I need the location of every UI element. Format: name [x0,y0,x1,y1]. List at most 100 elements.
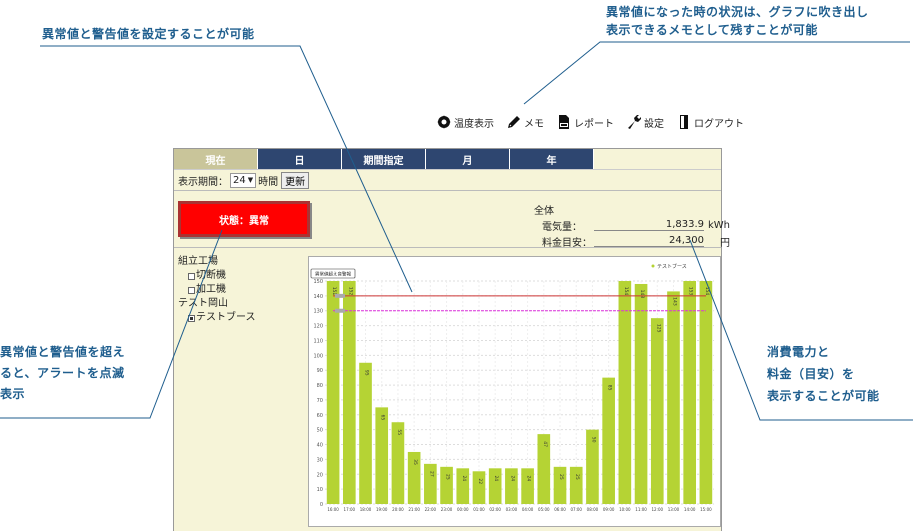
x-tick-label: 08:00 [587,507,599,512]
app-panel: 現在 日 期間指定 月 年 表示期間： 24 ▼ 時間 更新 状態：異常 全体 電… [173,148,730,531]
bar-value-label: 24 [493,475,499,481]
checkbox-cutter[interactable] [188,272,195,280]
bar [424,463,437,504]
x-tick-label: 13:00 [668,507,680,512]
bar [521,468,534,504]
settings-button[interactable]: 設定 [626,114,664,130]
bar [683,281,697,504]
bar-value-label: 95 [364,370,370,376]
bar [326,281,340,504]
y-tick-label: 140 [313,294,323,300]
tab-day[interactable]: 日 [258,149,342,169]
bar [440,466,453,504]
summary-panel: 全体 電気量： 1,833.9 kWh 料金目安： 24,300 円 [534,201,730,249]
update-button[interactable]: 更新 [281,171,310,189]
x-tick-label: 09:00 [603,507,615,512]
memo-button[interactable]: メモ [506,114,544,130]
y-tick-label: 40 [317,443,323,449]
tree-item-processor[interactable]: 加工機 [178,283,256,297]
bar-value-label: 24 [461,475,467,481]
callout-alert-2: ると、アラートを点滅 [0,366,125,380]
logout-button[interactable]: ログアウト [676,114,744,130]
checkbox-booth[interactable] [188,314,195,322]
bar-value-label: 148 [639,290,645,299]
divider [174,247,721,248]
x-tick-label: 14:00 [684,507,696,512]
y-tick-label: 60 [317,413,323,419]
tree-item-booth[interactable]: テストブース [178,311,256,325]
bar [634,283,648,504]
bar [359,362,372,504]
x-tick-label: 12:00 [652,507,664,512]
bar-value-label: 24 [526,475,532,481]
bar-value-label: 25 [558,474,564,480]
x-tick-label: 10:00 [619,507,631,512]
door-icon [680,115,688,129]
period-tabs: 現在 日 期間指定 月 年 [174,149,721,169]
x-tick-label: 21:00 [408,507,420,512]
y-tick-label: 100 [313,353,323,359]
pencil-icon [508,116,520,128]
y-tick-label: 0 [320,502,323,508]
callout-thresholds: 異常値と警告値を設定することが可能 [42,27,255,41]
callout-power-3: 表示することが可能 [767,389,880,403]
bar [569,466,583,504]
bar-value-label: 143 [671,297,677,306]
callout-memo-2: 表示できるメモとして残すことが可能 [606,23,818,37]
power-chart: 0102030405060708090100110120130140150151… [310,263,714,512]
bar-value-label: 152 [347,287,353,296]
y-tick-label: 10 [317,487,323,493]
callout-alert-3: 表示 [0,387,26,401]
x-tick-label: 07:00 [570,507,582,512]
bar-value-label: 55 [396,429,402,435]
power-unit: kWh [707,219,730,231]
cost-value: 24,300 [594,235,704,247]
legend-marker [651,264,655,268]
x-tick-label: 02:00 [489,507,501,512]
x-tick-label: 20:00 [392,507,404,512]
tree-item-processor-label: 加工機 [196,284,226,295]
callout-power-2: 料金（目安）を [767,367,855,381]
bar-value-label: 85 [607,385,613,391]
bar [667,291,680,504]
period-label: 表示期間： [178,176,228,188]
y-tick-label: 110 [313,338,323,344]
report-button[interactable]: レポート [556,114,614,130]
temperature-label: 温度表示 [454,118,494,130]
bar [472,471,486,504]
x-tick-label: 05:00 [538,507,550,512]
tab-year[interactable]: 年 [510,149,594,169]
bar-value-label: 125 [655,324,661,333]
tab-month[interactable]: 月 [426,149,510,169]
report-label: レポート [574,118,614,130]
bar [375,407,389,504]
tab-current[interactable]: 現在 [174,149,258,169]
bar-value-label: 27 [428,471,434,477]
y-tick-label: 80 [317,383,323,389]
threshold-marker [335,308,345,313]
bar-value-label: 47 [542,441,548,447]
device-tree: 組立工場 切断機 加工機 テスト岡山 テストブース [178,255,256,325]
checkbox-processor[interactable] [188,286,195,294]
bar [342,281,356,504]
bar-value-label: 24 [509,475,515,481]
tree-group-factory[interactable]: 組立工場 [178,255,256,269]
x-tick-label: 22:00 [425,507,437,512]
bar [553,466,567,504]
temperature-button[interactable]: 温度表示 [436,114,494,130]
x-tick-label: 16:00 [327,507,339,512]
settings-label: 設定 [644,118,664,130]
tree-item-cutter[interactable]: 切断機 [178,269,256,283]
period-select[interactable]: 24 ▼ [230,172,257,188]
period-value: 24 [233,174,246,186]
power-label: 電気量： [542,221,582,233]
page: 異常値と警告値を設定することが可能 異常値になった時の状況は、グラフに吹き出し … [0,0,913,531]
y-tick-label: 120 [313,324,323,330]
tab-range[interactable]: 期間指定 [342,149,426,169]
status-alert: 状態：異常 [178,201,310,237]
tree-group-okayama[interactable]: テスト岡山 [178,297,256,311]
bar [505,468,518,504]
threshold-marker [335,293,345,298]
memo-text: 異常値超え音警報 [315,271,351,278]
x-tick-label: 17:00 [344,507,356,512]
